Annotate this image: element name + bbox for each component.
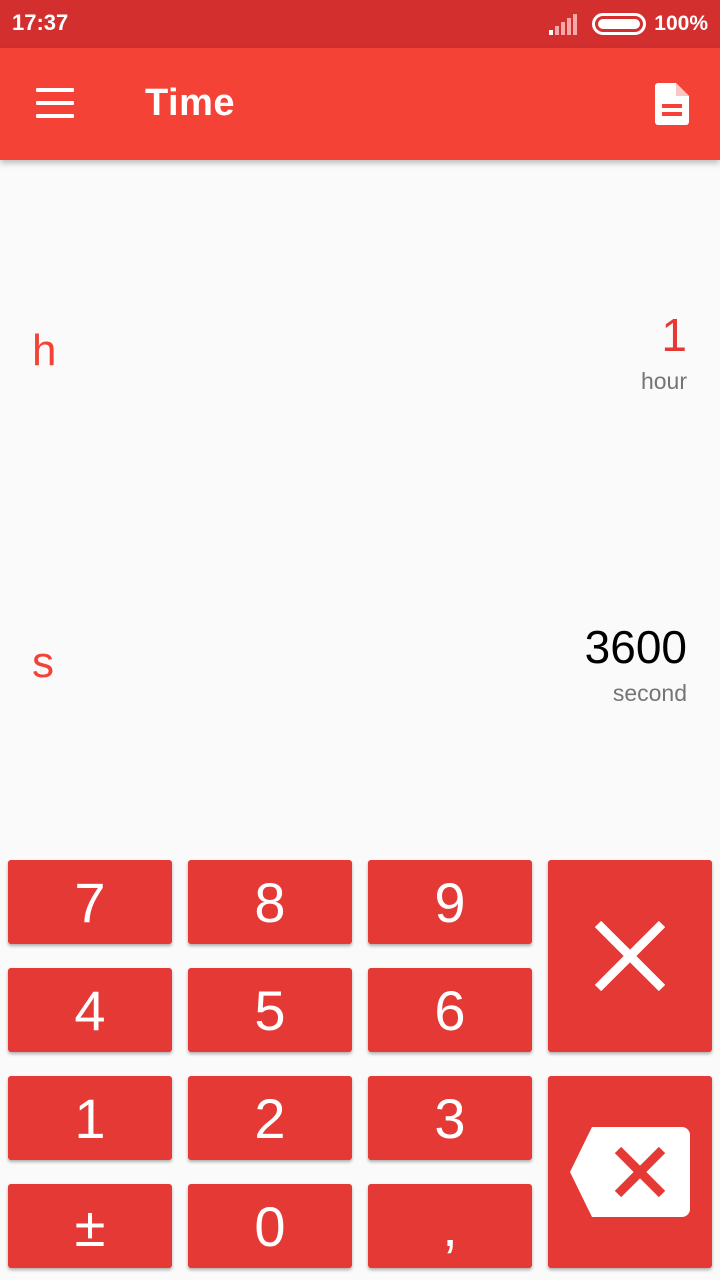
app-bar: Time xyxy=(0,48,720,160)
key-0[interactable]: 0 xyxy=(188,1184,352,1268)
key-8[interactable]: 8 xyxy=(188,860,352,944)
key-3[interactable]: 3 xyxy=(368,1076,532,1160)
key-comma[interactable]: , xyxy=(368,1184,532,1268)
battery-icon xyxy=(592,13,647,35)
status-icons: 100% xyxy=(548,10,708,38)
unit-symbol: h xyxy=(32,326,57,375)
key-7[interactable]: 7 xyxy=(8,860,172,944)
unit-name: hour xyxy=(640,368,687,394)
key-4[interactable]: 4 xyxy=(8,968,172,1052)
menu-icon[interactable] xyxy=(36,88,76,120)
unit-row-second[interactable]: s 3600 second xyxy=(0,612,720,732)
document-icon[interactable] xyxy=(652,82,692,126)
unit-row-hour[interactable]: h 1 hour xyxy=(0,300,720,420)
key-2[interactable]: 2 xyxy=(188,1076,352,1160)
unit-value: 1 xyxy=(661,309,687,361)
key-plus-minus[interactable]: ± xyxy=(8,1184,172,1268)
key-6[interactable]: 6 xyxy=(368,968,532,1052)
unit-name: second xyxy=(612,680,687,706)
page-title: Time xyxy=(145,82,236,124)
clear-button[interactable] xyxy=(548,860,712,1052)
status-time: 17:37 xyxy=(12,10,69,35)
signal-icon xyxy=(549,14,578,35)
unit-symbol: s xyxy=(32,638,54,687)
key-9[interactable]: 9 xyxy=(368,860,532,944)
close-icon xyxy=(594,920,666,992)
key-5[interactable]: 5 xyxy=(188,968,352,1052)
backspace-button[interactable] xyxy=(548,1076,712,1268)
status-bar: 17:37 100% xyxy=(0,0,720,48)
key-1[interactable]: 1 xyxy=(8,1076,172,1160)
battery-percentage: 100% xyxy=(654,12,708,35)
backspace-icon xyxy=(570,1127,690,1217)
unit-value: 3600 xyxy=(584,621,687,673)
